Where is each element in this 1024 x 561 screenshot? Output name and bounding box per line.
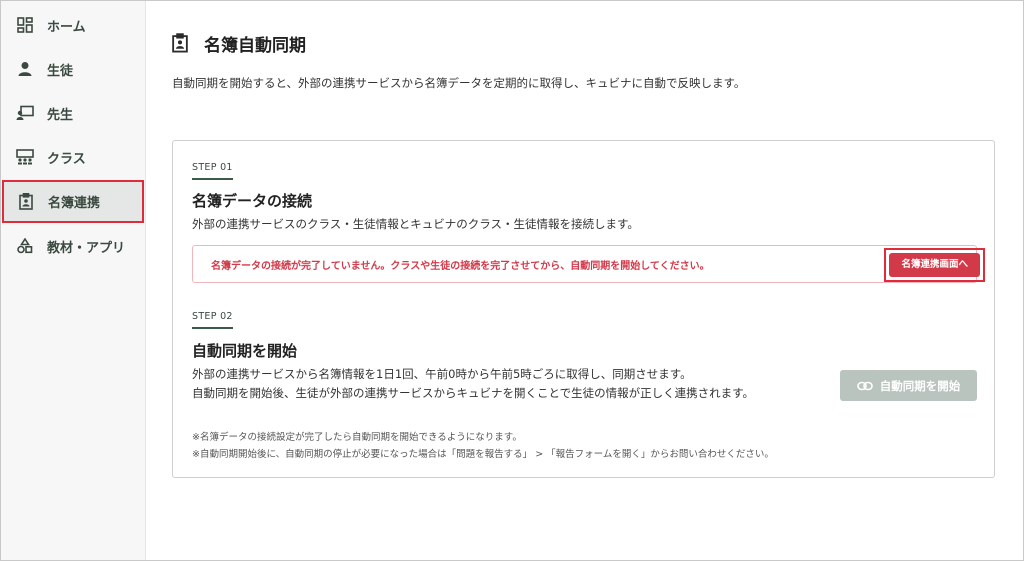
sidebar-item-students[interactable]: 生徒	[1, 47, 145, 91]
app-window: ホーム 生徒 先生 クラス 名簿連携 教材・アプリ 名簿自動同期 自動同期を開始…	[0, 0, 1024, 561]
sidebar: ホーム 生徒 先生 クラス 名簿連携 教材・アプリ	[1, 1, 146, 560]
page-header: 名簿自動同期	[172, 25, 993, 61]
main-content: 名簿自動同期 自動同期を開始すると、外部の連携サービスから名簿データを定期的に取…	[146, 1, 1023, 560]
clipboard-person-icon	[16, 192, 36, 212]
sidebar-item-label: 教材・アプリ	[47, 240, 126, 256]
step-title: 自動同期を開始	[192, 342, 298, 360]
page-description: 自動同期を開始すると、外部の連携サービスから名簿データを定期的に取得し、キュビナ…	[172, 76, 746, 90]
dashboard-icon	[15, 15, 35, 35]
sidebar-item-label: ホーム	[47, 19, 86, 35]
step-title: 名簿データの接続	[192, 192, 313, 210]
note: ※名簿データの接続設定が完了したら自動同期を開始できるようになります。	[192, 432, 522, 443]
link-icon	[856, 381, 873, 391]
page-title: 名簿自動同期	[204, 35, 306, 56]
step-label: STEP 01	[192, 162, 233, 180]
clipboard-person-icon	[172, 32, 190, 54]
step-description: 外部の連携サービスから名簿情報を1日1回、午前0時から午前5時ごろに取得し、同期…	[192, 367, 692, 381]
shapes-icon	[15, 236, 35, 256]
sidebar-item-classes[interactable]: クラス	[1, 135, 145, 179]
teacher-icon	[15, 103, 35, 123]
sidebar-item-label: 先生	[47, 107, 74, 123]
sidebar-item-label: 名簿連携	[48, 196, 101, 211]
sidebar-item-label: クラス	[47, 151, 86, 167]
sidebar-item-roster-link[interactable]: 名簿連携	[2, 180, 144, 223]
sidebar-item-home[interactable]: ホーム	[1, 3, 145, 47]
connection-alert: 名簿データの接続が完了していません。クラスや生徒の接続を完了させてから、自動同期…	[192, 245, 985, 283]
step-description: 自動同期を開始後、生徒が外部の連携サービスからキュビナを開くことで生徒の情報が正…	[192, 386, 754, 400]
sidebar-item-label: 生徒	[47, 63, 74, 79]
step-label: STEP 02	[192, 311, 233, 329]
alert-message: 名簿データの接続が完了していません。クラスや生徒の接続を完了させてから、自動同期…	[211, 260, 710, 272]
roster-link-screen-button[interactable]: 名簿連携画面へ	[889, 252, 980, 277]
sidebar-item-teachers[interactable]: 先生	[1, 91, 145, 135]
button-label: 自動同期を開始	[879, 378, 961, 393]
sync-settings-card: STEP 01 名簿データの接続 外部の連携サービスのクラス・生徒情報とキュビナ…	[172, 140, 995, 478]
highlight-box: 名簿連携画面へ	[884, 247, 985, 282]
note: ※自動同期開始後に、自動同期の停止が必要になった場合は「問題を報告する」 > 「…	[192, 449, 774, 460]
step-description: 外部の連携サービスのクラス・生徒情報とキュビナのクラス・生徒情報を接続します。	[192, 217, 639, 231]
classroom-icon	[15, 147, 35, 167]
sidebar-item-materials-apps[interactable]: 教材・アプリ	[1, 224, 145, 268]
start-auto-sync-button[interactable]: 自動同期を開始	[840, 370, 977, 401]
person-icon	[15, 59, 35, 79]
